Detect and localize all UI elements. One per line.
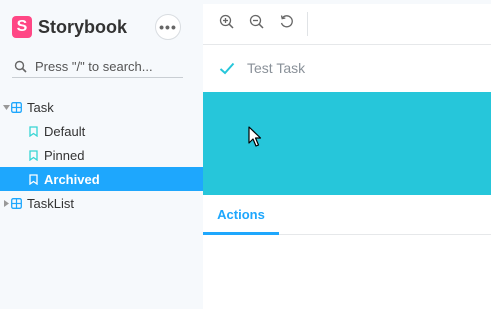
zoom-reset-icon	[279, 14, 294, 34]
storybook-logo-icon: S	[12, 16, 32, 38]
brand[interactable]: S Storybook	[12, 16, 127, 38]
zoom-in-button[interactable]	[211, 4, 241, 44]
addon-tabs: Actions	[203, 196, 491, 235]
chevron-down-icon[interactable]	[2, 102, 11, 112]
bookmark-icon	[28, 173, 39, 185]
component-icon	[11, 101, 22, 113]
tree-item-task[interactable]: Task	[0, 95, 203, 119]
menu-button[interactable]: •••	[155, 14, 181, 40]
tree-item-label: TaskList	[27, 195, 74, 211]
chevron-right-icon[interactable]	[2, 198, 11, 208]
search-icon	[12, 58, 28, 74]
addons-panel: Actions	[203, 196, 491, 309]
story-preview: Test Task	[203, 45, 491, 196]
ellipsis-icon: •••	[159, 19, 177, 35]
tab-actions[interactable]: Actions	[203, 196, 279, 235]
tree-item-label: Pinned	[44, 147, 85, 163]
checkmark-icon[interactable]	[217, 58, 237, 78]
toolbar	[203, 4, 491, 45]
tree-item-label: Task	[27, 99, 54, 115]
zoom-reset-button[interactable]	[271, 4, 301, 44]
main-panel: Test Task Actions	[203, 4, 491, 309]
bookmark-icon	[28, 149, 39, 161]
tree-item-archived[interactable]: Archived	[0, 167, 203, 191]
tree-item-label: Archived	[44, 171, 100, 187]
brand-title: Storybook	[38, 16, 128, 37]
preview-highlight-band	[203, 92, 491, 195]
task-title: Test Task	[247, 60, 306, 76]
zoom-in-icon	[219, 14, 234, 34]
zoom-out-button[interactable]	[241, 4, 271, 44]
tree-item-label: Default	[44, 123, 86, 139]
mouse-cursor-icon	[248, 126, 262, 148]
bookmark-icon	[28, 125, 39, 137]
search-input[interactable]	[33, 57, 183, 75]
zoom-out-icon	[249, 14, 264, 34]
component-icon	[11, 197, 22, 209]
tree-item-tasklist[interactable]: TaskList	[0, 191, 203, 215]
sidebar: S Storybook ••• Task Default Pinned	[0, 0, 203, 309]
toolbar-divider	[307, 12, 308, 36]
task-item: Test Task	[203, 45, 491, 91]
tree-item-pinned[interactable]: Pinned	[0, 143, 203, 167]
search-bar	[12, 55, 183, 78]
tree-item-default[interactable]: Default	[0, 119, 203, 143]
